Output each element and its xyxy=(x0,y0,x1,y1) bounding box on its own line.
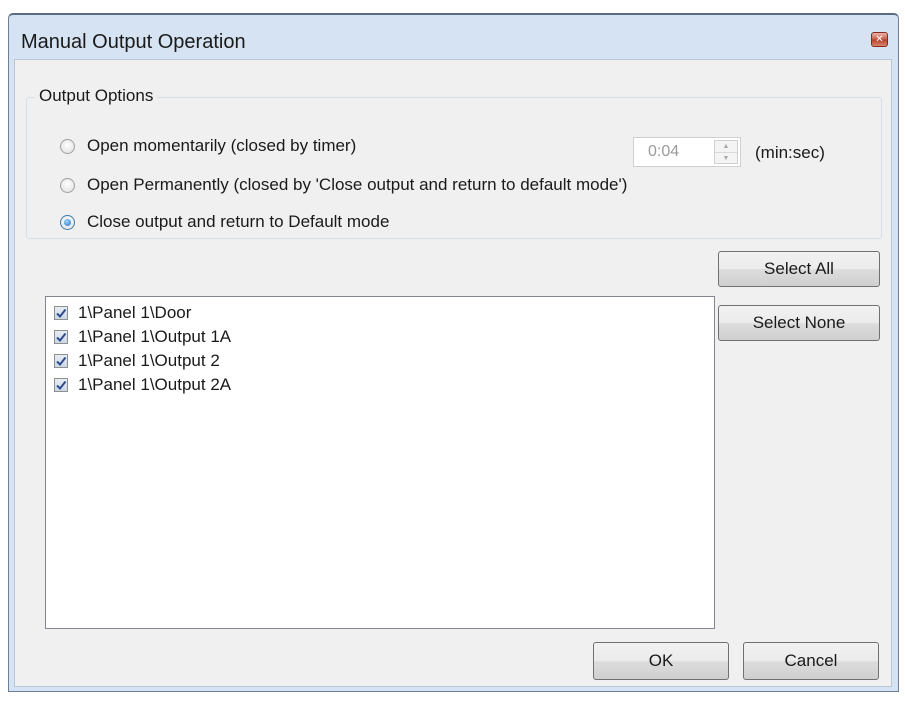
checkmark-icon xyxy=(56,308,67,319)
outputs-checklist[interactable]: 1\Panel 1\Door 1\Panel 1\Output 1A 1\Pan… xyxy=(45,296,715,629)
option-close-output[interactable]: Close output and return to Default mode xyxy=(60,212,389,232)
list-item[interactable]: 1\Panel 1\Output 2 xyxy=(54,351,220,371)
option-open-momentarily[interactable]: Open momentarily (closed by timer) xyxy=(60,136,356,156)
list-item[interactable]: 1\Panel 1\Door xyxy=(54,303,191,323)
checkmark-icon xyxy=(56,332,67,343)
option-open-permanently[interactable]: Open Permanently (closed by 'Close outpu… xyxy=(60,175,627,195)
checkmark-icon xyxy=(56,356,67,367)
dialog-title: Manual Output Operation xyxy=(21,31,246,53)
title-bar[interactable]: Manual Output Operation ✕ xyxy=(9,15,898,59)
checkbox[interactable] xyxy=(54,354,68,368)
timer-spin-buttons[interactable]: ▲ ▼ xyxy=(714,140,738,164)
list-item-label: 1\Panel 1\Output 1A xyxy=(78,327,232,346)
option-open-permanently-label: Open Permanently (closed by 'Close outpu… xyxy=(87,175,628,194)
dialog-body: Output Options Open momentarily (closed … xyxy=(14,59,892,687)
cancel-button[interactable]: Cancel xyxy=(743,642,879,680)
list-item[interactable]: 1\Panel 1\Output 2A xyxy=(54,375,231,395)
timer-spinbox[interactable]: 0:04 ▲ ▼ xyxy=(633,137,741,167)
output-options-label: Output Options xyxy=(35,86,158,106)
ok-button[interactable]: OK xyxy=(593,642,729,680)
option-close-output-label: Close output and return to Default mode xyxy=(87,212,390,231)
list-item-label: 1\Panel 1\Door xyxy=(78,303,192,322)
checkbox[interactable] xyxy=(54,378,68,392)
checkbox[interactable] xyxy=(54,306,68,320)
select-none-button[interactable]: Select None xyxy=(718,305,880,341)
checkbox[interactable] xyxy=(54,330,68,344)
timer-value[interactable]: 0:04 xyxy=(648,143,679,161)
list-item-label: 1\Panel 1\Output 2 xyxy=(78,351,220,370)
dialog-window: Manual Output Operation ✕ Output Options… xyxy=(8,13,899,692)
radio-close-output[interactable] xyxy=(60,214,75,230)
timer-unit-label: (min:sec) xyxy=(755,143,825,162)
checkmark-icon xyxy=(56,380,67,391)
option-open-momentarily-label: Open momentarily (closed by timer) xyxy=(87,136,357,155)
close-icon: ✕ xyxy=(875,33,884,45)
spin-down-icon[interactable]: ▼ xyxy=(715,153,737,164)
select-all-button[interactable]: Select All xyxy=(718,251,880,287)
spin-up-icon[interactable]: ▲ xyxy=(715,141,737,153)
radio-open-momentarily[interactable] xyxy=(60,138,75,154)
close-button[interactable]: ✕ xyxy=(871,32,888,47)
radio-open-permanently[interactable] xyxy=(60,177,75,193)
list-item[interactable]: 1\Panel 1\Output 1A xyxy=(54,327,231,347)
list-item-label: 1\Panel 1\Output 2A xyxy=(78,375,232,394)
